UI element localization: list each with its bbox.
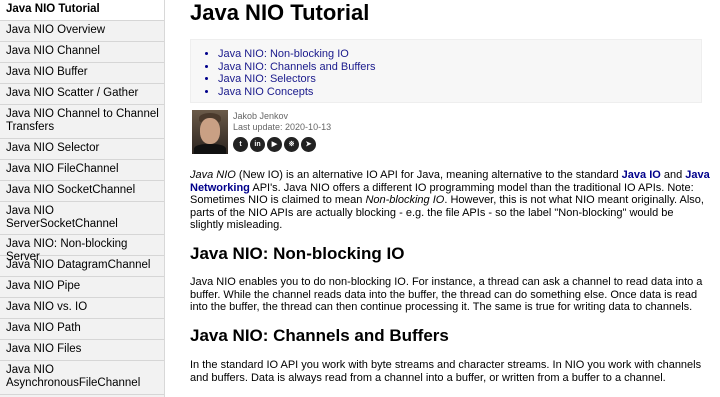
last-update: Last update: 2020-10-13 (233, 122, 332, 132)
sidebar-item-nio-socketchannel[interactable]: Java NIO SocketChannel (0, 181, 164, 202)
section-text-nonblocking-io: Java NIO enables you to do non-blocking … (190, 276, 703, 313)
intro-term: Java NIO (190, 169, 236, 181)
linkedin-icon[interactable]: in (250, 137, 265, 152)
intro-text: (New IO) is an alternative IO API for Ja… (235, 169, 622, 181)
sidebar-item-nio-path[interactable]: Java NIO Path (0, 319, 164, 340)
toc-item: Java NIO: Channels and Buffers (218, 61, 376, 74)
toc-link-nonblocking-io[interactable]: Java NIO: Non-blocking IO (218, 48, 349, 60)
sidebar-item-nio-filechannel[interactable]: Java NIO FileChannel (0, 160, 164, 181)
intro-text: and (660, 169, 686, 181)
page-title: Java NIO Tutorial (190, 0, 370, 25)
sidebar-item-nio-datagramchannel[interactable]: Java NIO DatagramChannel (0, 256, 164, 277)
intro-term: Non-blocking IO (365, 194, 445, 206)
social-links: t in ▶ ※ ➤ (233, 137, 316, 152)
telegram-icon[interactable]: ➤ (301, 137, 316, 152)
section-heading-channels-buffers: Java NIO: Channels and Buffers (190, 326, 449, 345)
rss-icon[interactable]: ※ (284, 137, 299, 152)
toc-link-concepts[interactable]: Java NIO Concepts (218, 86, 313, 98)
toc-link-selectors[interactable]: Java NIO: Selectors (218, 73, 316, 85)
sidebar-item-nio-scatter-gather[interactable]: Java NIO Scatter / Gather (0, 84, 164, 105)
table-of-contents: Java NIO: Non-blocking IO Java NIO: Chan… (190, 39, 702, 103)
toc-item: Java NIO: Selectors (218, 73, 376, 86)
sidebar-item-nio-files[interactable]: Java NIO Files (0, 340, 164, 361)
youtube-icon[interactable]: ▶ (267, 137, 282, 152)
sidebar-item-nio-vs-io[interactable]: Java NIO vs. IO (0, 298, 164, 319)
toc-link-channels-buffers[interactable]: Java NIO: Channels and Buffers (218, 61, 376, 73)
sidebar-item-nio-buffer[interactable]: Java NIO Buffer (0, 63, 164, 84)
toc-item: Java NIO: Non-blocking IO (218, 48, 376, 61)
avatar (192, 110, 228, 154)
sidebar-item-nio-channel-transfers[interactable]: Java NIO Channel to Channel Transfers (0, 105, 164, 139)
sidebar-item-nio-overview[interactable]: Java NIO Overview (0, 21, 164, 42)
java-io-link[interactable]: Java IO (622, 169, 661, 181)
sidebar-item-nio-pipe[interactable]: Java NIO Pipe (0, 277, 164, 298)
author-name: Jakob Jenkov (233, 111, 289, 121)
sidebar-item-nio-tutorial[interactable]: Java NIO Tutorial (0, 0, 164, 21)
toc-item: Java NIO Concepts (218, 86, 376, 99)
sidebar-item-nio-nonblocking-server[interactable]: Java NIO: Non-blocking Server (0, 235, 164, 263)
sidebar-item-nio-serversocketchannel[interactable]: Java NIO ServerSocketChannel (0, 202, 164, 235)
twitter-icon[interactable]: t (233, 137, 248, 152)
section-text-channels-buffers: In the standard IO API you work with byt… (190, 359, 702, 384)
section-heading-nonblocking-io: Java NIO: Non-blocking IO (190, 244, 405, 263)
sidebar-nav: Java NIO Tutorial Java NIO Overview Java… (0, 0, 165, 397)
sidebar-item-nio-selector[interactable]: Java NIO Selector (0, 139, 164, 160)
intro-paragraph: Java NIO (New IO) is an alternative IO A… (190, 169, 710, 232)
sidebar-item-nio-channel[interactable]: Java NIO Channel (0, 42, 164, 63)
sidebar-item-nio-asyncfilechannel[interactable]: Java NIO AsynchronousFileChannel (0, 361, 164, 395)
